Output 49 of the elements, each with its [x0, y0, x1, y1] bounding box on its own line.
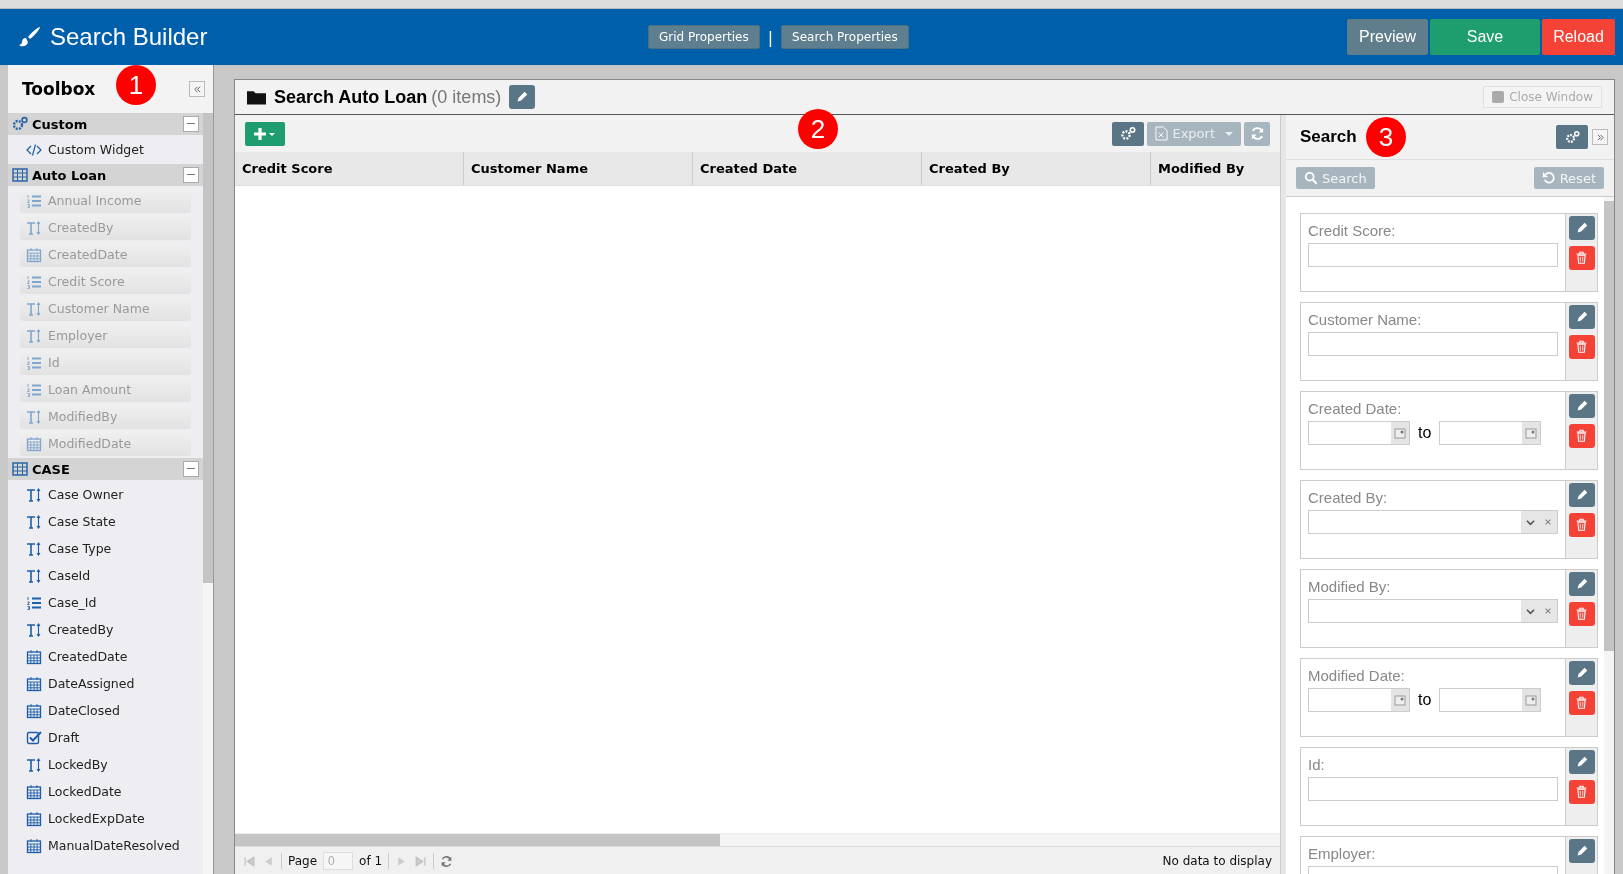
toolbox-item[interactable]: LockedExpDate	[20, 806, 191, 831]
toolbox-item[interactable]: CreatedDate	[20, 644, 191, 669]
section-header[interactable]: CASE	[8, 458, 203, 480]
grid-properties-tab[interactable]: Grid Properties	[648, 25, 760, 49]
field-label: Created By:	[1308, 489, 1389, 506]
column-header[interactable]: Credit Score	[235, 152, 464, 185]
field-label: Created Date:	[1308, 400, 1403, 417]
toolbox-item[interactable]: ManualDateResolved	[20, 833, 191, 858]
annotation-marker: 2	[798, 109, 838, 149]
toolbox-item[interactable]: LockedDate	[20, 779, 191, 804]
item-count: (0 items)	[431, 86, 502, 108]
toolbox-item[interactable]: LockedBy	[20, 752, 191, 777]
toolbox-item[interactable]: Case Type	[20, 536, 191, 561]
field-label: Modified Date:	[1308, 667, 1406, 684]
field-label: Modified By:	[1308, 578, 1392, 595]
section-header[interactable]: Auto Loan	[8, 164, 203, 186]
header-button[interactable]: Reload	[1542, 19, 1615, 55]
toolbox-item[interactable]: CreatedBy	[20, 617, 191, 642]
field-label: Credit Score:	[1308, 222, 1397, 239]
search-properties-tab[interactable]: Search Properties	[781, 25, 909, 49]
page-label: Page	[288, 854, 318, 868]
field-label: Employer:	[1308, 845, 1377, 862]
toolbox-item[interactable]: Case State	[20, 509, 191, 534]
toolbox-item[interactable]: Custom Widget	[20, 137, 191, 162]
window-title: Search Auto Loan	[274, 86, 428, 108]
field-label: Id:	[1308, 756, 1326, 773]
column-header[interactable]: Created By	[922, 152, 1151, 185]
annotation-marker: 3	[1366, 117, 1406, 157]
toolbox-item[interactable]: CaseId	[20, 563, 191, 588]
toolbox-item[interactable]: DateClosed	[20, 698, 191, 723]
page-total: of 1	[359, 854, 383, 868]
pager-status: No data to display	[1162, 854, 1272, 868]
tab-separator: |	[767, 27, 774, 47]
column-header[interactable]: Created Date	[693, 152, 922, 185]
range-separator: to	[1418, 424, 1432, 442]
toolbox-item[interactable]: DateAssigned	[20, 671, 191, 696]
column-header[interactable]: Modified By	[1151, 152, 1280, 185]
toolbox-item[interactable]: Case_Id	[20, 590, 191, 615]
field-label: Customer Name:	[1308, 311, 1423, 328]
toolbox-item[interactable]: Draft	[20, 725, 191, 750]
search-panel-title: Search	[1300, 127, 1357, 147]
toolbox-title: Toolbox	[22, 79, 96, 99]
range-separator: to	[1418, 691, 1432, 709]
annotation-marker: 1	[116, 65, 156, 105]
header-button[interactable]: Preview	[1347, 19, 1428, 55]
section-header[interactable]: Custom	[8, 113, 203, 135]
toolbox-item[interactable]: Case Owner	[20, 482, 191, 507]
column-header[interactable]: Customer Name	[464, 152, 693, 185]
app-title: Search Builder	[50, 23, 208, 51]
